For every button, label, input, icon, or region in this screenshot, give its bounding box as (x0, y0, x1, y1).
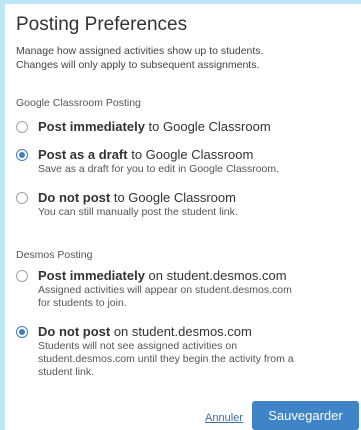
option-subtext-line-1: Students will not see assigned activitie… (38, 340, 238, 352)
description-line-2: Changes will only apply to subsequent as… (16, 59, 260, 71)
option-bold-label: Post immediately (38, 268, 145, 283)
save-button[interactable]: Sauvegarder (252, 401, 359, 430)
radio-desmos-do-not-post[interactable] (16, 326, 28, 338)
option-bold-label: Do not post (38, 190, 111, 205)
option-rest-label: to Google Classroom (110, 190, 236, 205)
option-rest-label: to Google Classroom (144, 119, 271, 134)
option-subtext-line-2: for students to join. (38, 297, 127, 309)
cancel-link[interactable]: Annuler (205, 412, 243, 424)
google-section-label: Google Classroom Posting (16, 97, 141, 109)
option-bold-label: Post as a draft (38, 147, 128, 162)
option-subtext: You can still manually post the student … (38, 206, 238, 218)
dialog-title: Posting Preferences (16, 14, 188, 35)
option-subtext-line-2: student.desmos.com until they begin the … (38, 353, 294, 365)
radio-google-do-not-post[interactable] (16, 192, 28, 204)
option-bold-label: Post immediately (38, 119, 145, 134)
option-rest-label: on student.desmos.com (144, 268, 287, 283)
radio-desmos-post-immediately[interactable] (16, 270, 28, 282)
dialog-description: Manage how assigned activities show up t… (16, 44, 336, 72)
option-rest-label: to Google Classroom (127, 147, 254, 162)
option-rest-label: on student.desmos.com (110, 324, 252, 339)
posting-preferences-dialog: Posting Preferences Manage how assigned … (5, 4, 361, 430)
option-bold-label: Do not post (38, 324, 111, 339)
option-subtext-line-3: student link. (38, 366, 95, 378)
radio-google-post-draft[interactable] (16, 149, 28, 161)
desmos-section-label: Desmos Posting (16, 249, 93, 261)
option-subtext: Save as a draft for you to edit in Googl… (38, 163, 280, 175)
radio-google-post-immediately[interactable] (16, 121, 28, 133)
option-subtext-line-1: Assigned activities will appear on stude… (38, 284, 292, 296)
description-line-1: Manage how assigned activities show up t… (16, 45, 264, 57)
